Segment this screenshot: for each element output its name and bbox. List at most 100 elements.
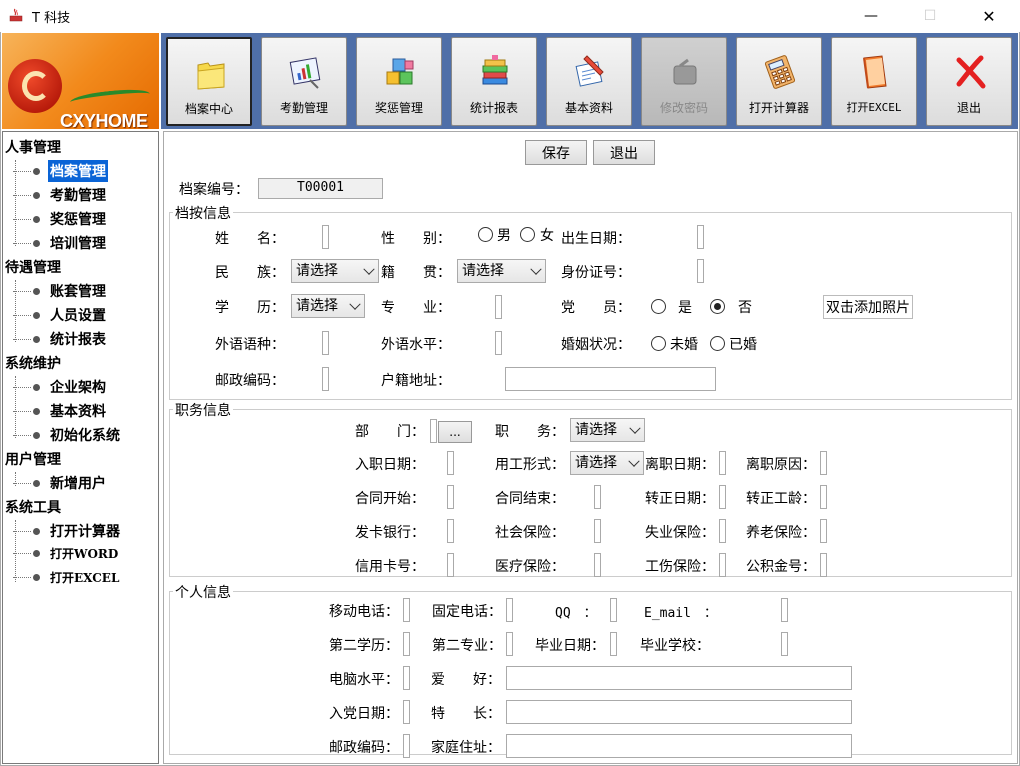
computer-level-label: 电脑水平：: [329, 672, 399, 688]
home-postcode-input[interactable]: [403, 734, 410, 758]
hire-date-input[interactable]: [447, 451, 454, 475]
regular-years-input[interactable]: [820, 485, 827, 509]
tree-item-attendance[interactable]: 考勤管理: [13, 184, 108, 206]
major-input[interactable]: [495, 295, 502, 319]
maximize-button[interactable]: ☐: [907, 0, 953, 32]
tree-item-staff-settings[interactable]: 人员设置: [13, 304, 108, 326]
education-select[interactable]: 请选择: [291, 294, 365, 318]
unmarried-radio[interactable]: [651, 336, 666, 351]
gender-male-label: 男: [497, 228, 511, 244]
hire-date-label: 入职日期：: [355, 457, 425, 473]
second-edu-label: 第二学历：: [329, 638, 399, 654]
mobile-label: 移动电话：: [329, 604, 399, 620]
regular-date-label: 转正日期：: [645, 491, 715, 507]
postcode-label: 邮政编码：: [215, 373, 285, 389]
department-input[interactable]: [430, 419, 437, 443]
phone-input[interactable]: [506, 598, 513, 622]
tree-item-open-excel[interactable]: 打开EXCEL: [13, 568, 121, 587]
housing-fund-input[interactable]: [820, 553, 827, 577]
tree-group-users[interactable]: 用户管理: [5, 449, 61, 469]
injury-insurance-input[interactable]: [719, 553, 726, 577]
birth-date-input[interactable]: [697, 225, 704, 249]
position-select[interactable]: 请选择: [570, 418, 645, 442]
calculator-icon: [764, 55, 796, 89]
mobile-input[interactable]: [403, 598, 410, 622]
window-title: T 科技: [32, 11, 71, 26]
record-no-field[interactable]: T00001: [258, 178, 383, 199]
regular-date-input[interactable]: [719, 485, 726, 509]
tree-item-calculator[interactable]: 打开计算器: [13, 520, 122, 542]
household-address-input[interactable]: [505, 367, 716, 391]
toolbar-button-rewards[interactable]: 奖惩管理: [356, 37, 442, 126]
bank-input[interactable]: [447, 519, 454, 543]
grad-school-input[interactable]: [781, 632, 788, 656]
specialty-input[interactable]: [506, 700, 852, 724]
personal-info-title: 个人信息: [173, 582, 233, 602]
second-edu-input[interactable]: [403, 632, 410, 656]
tree-item-training[interactable]: 培训管理: [13, 232, 108, 254]
toolbar-button-archive-center[interactable]: 档案中心: [166, 37, 252, 126]
tree-group-tools[interactable]: 系统工具: [5, 497, 61, 517]
tree-group-system[interactable]: 系统维护: [5, 353, 61, 373]
native-place-select[interactable]: 请选择: [457, 259, 546, 283]
married-radio[interactable]: [710, 336, 725, 351]
save-button[interactable]: 保存: [525, 140, 587, 165]
party-yes-radio[interactable]: [651, 299, 666, 314]
party-date-input[interactable]: [403, 700, 410, 724]
toolbar-button-basic-data[interactable]: 基本资料: [546, 37, 632, 126]
ethnic-select[interactable]: 请选择: [291, 259, 379, 283]
tree-item-account-set[interactable]: 账套管理: [13, 280, 108, 302]
photo-placeholder[interactable]: 双击添加照片: [823, 295, 913, 319]
postcode-input[interactable]: [322, 367, 329, 391]
tree-item-archive[interactable]: 档案管理: [13, 160, 108, 182]
leave-reason-input[interactable]: [820, 451, 827, 475]
employment-type-select[interactable]: 请选择: [570, 451, 644, 475]
regular-years-label: 转正工龄：: [746, 491, 816, 507]
unemployment-insurance-input[interactable]: [719, 519, 726, 543]
toolbar-button-exit[interactable]: 退出: [926, 37, 1012, 126]
close-button[interactable]: ✕: [966, 0, 1012, 32]
email-input[interactable]: [781, 598, 788, 622]
department-browse-button[interactable]: ...: [438, 421, 472, 443]
party-no-radio[interactable]: [710, 299, 725, 314]
gender-male-radio[interactable]: [478, 227, 493, 242]
minimize-button[interactable]: —: [848, 0, 894, 32]
contract-start-input[interactable]: [447, 485, 454, 509]
qq-input[interactable]: [610, 598, 617, 622]
name-input[interactable]: [322, 225, 329, 249]
excel-book-icon: [863, 55, 887, 89]
hobby-input[interactable]: [506, 666, 852, 690]
home-address-input[interactable]: [506, 734, 852, 758]
social-insurance-input[interactable]: [594, 519, 601, 543]
tree-item-statistics[interactable]: 统计报表: [13, 328, 108, 350]
foreign-lang-input[interactable]: [322, 331, 329, 355]
tree-item-basic-data[interactable]: 基本资料: [13, 400, 108, 422]
medical-insurance-input[interactable]: [594, 553, 601, 577]
id-card-label: 身份证号：: [561, 265, 631, 281]
tree-item-open-word[interactable]: 打开WORD: [13, 544, 120, 563]
credit-card-input[interactable]: [447, 553, 454, 577]
contract-end-input[interactable]: [594, 485, 601, 509]
tree-item-init-system[interactable]: 初始化系统: [13, 424, 122, 446]
exit-button[interactable]: 退出: [593, 140, 655, 165]
household-address-label: 户籍地址：: [381, 373, 451, 389]
grad-date-input[interactable]: [610, 632, 617, 656]
toolbar-button-calculator[interactable]: 打开计算器: [736, 37, 822, 126]
gender-female-radio[interactable]: [520, 227, 535, 242]
leave-date-input[interactable]: [719, 451, 726, 475]
id-card-input[interactable]: [697, 259, 704, 283]
pension-insurance-input[interactable]: [820, 519, 827, 543]
second-major-input[interactable]: [506, 632, 513, 656]
navigation-tree: 人事管理 档案管理 考勤管理 奖惩管理 培训管理 待遇管理 账套管理 人员设置 …: [2, 131, 159, 764]
computer-level-input[interactable]: [403, 666, 410, 690]
tree-item-add-user[interactable]: 新增用户: [13, 472, 108, 494]
toolbar-button-change-password[interactable]: 修改密码: [641, 37, 727, 126]
tree-item-org-structure[interactable]: 企业架构: [13, 376, 108, 398]
lang-level-input[interactable]: [495, 331, 502, 355]
toolbar-button-open-excel[interactable]: 打开EXCEL: [831, 37, 917, 126]
tree-group-hr[interactable]: 人事管理: [5, 137, 61, 157]
tree-item-rewards[interactable]: 奖惩管理: [13, 208, 108, 230]
tree-group-salary[interactable]: 待遇管理: [5, 257, 61, 277]
toolbar-button-reports[interactable]: 统计报表: [451, 37, 537, 126]
toolbar-button-attendance[interactable]: 考勤管理: [261, 37, 347, 126]
